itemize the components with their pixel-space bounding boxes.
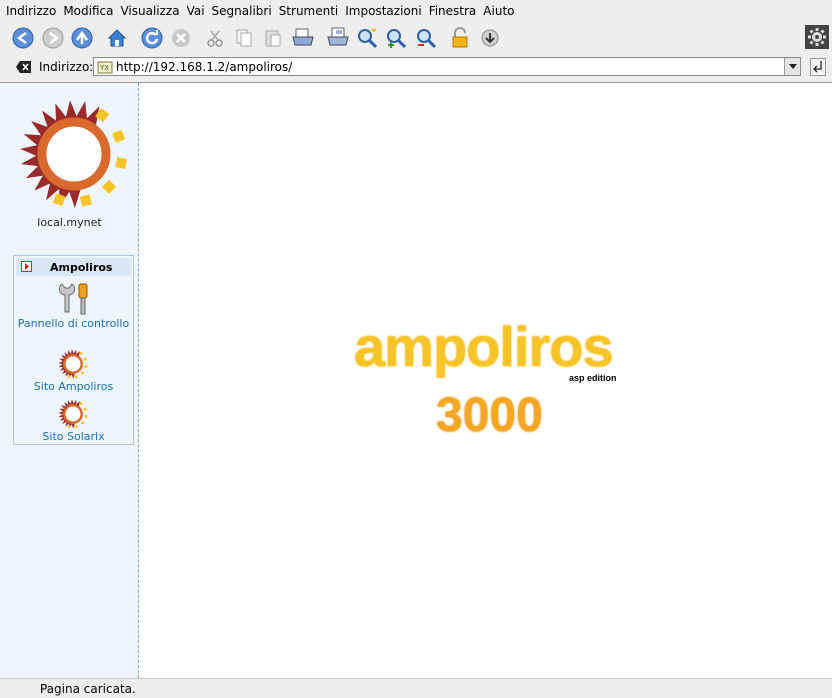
link-pannello-di-controllo[interactable]: Pannello di controllo: [14, 317, 133, 331]
site-favicon-icon: YX: [97, 59, 113, 78]
url-text: http://192.168.1.2/ampoliros/: [116, 60, 293, 74]
panel-header: Ampoliros: [16, 258, 131, 276]
copy-icon[interactable]: [231, 25, 257, 51]
up-icon[interactable]: [69, 25, 95, 51]
find-icon[interactable]: [354, 25, 380, 51]
menu-modifica[interactable]: Modifica: [60, 0, 117, 22]
go-arrow-icon: [813, 61, 822, 73]
ampoliros-wordmark: ampoliros: [354, 315, 614, 378]
collapse-arrow-icon[interactable]: [21, 261, 32, 272]
paste-icon[interactable]: [260, 25, 286, 51]
clear-location-icon[interactable]: [16, 60, 32, 74]
solarix-site-icon[interactable]: [58, 399, 88, 429]
menu-vai[interactable]: Vai: [184, 0, 209, 22]
ampoliros-site-icon[interactable]: [58, 349, 88, 379]
print-icon[interactable]: [290, 25, 316, 51]
toolbar: [0, 22, 832, 54]
panel-title: Ampoliros: [50, 261, 113, 274]
url-dropdown-icon[interactable]: [784, 58, 800, 75]
print-frame-icon[interactable]: [325, 25, 351, 51]
gear-icon[interactable]: [805, 25, 829, 49]
host-logo: [19, 99, 129, 209]
svg-text:YX: YX: [99, 64, 109, 72]
home-icon[interactable]: [104, 25, 130, 51]
forward-icon[interactable]: [40, 25, 66, 51]
menu-visualizza[interactable]: Visualizza: [117, 0, 183, 22]
menu-aiuto[interactable]: Aiuto: [480, 0, 518, 22]
version-number: 3000: [436, 389, 543, 442]
host-name: local.mynet: [37, 216, 102, 229]
status-text: Pagina caricata.: [40, 682, 136, 696]
address-label: Indirizzo:: [39, 60, 94, 74]
menu-finestra[interactable]: Finestra: [426, 0, 481, 22]
zoom-in-icon[interactable]: [383, 25, 409, 51]
address-bar: Indirizzo: YX http://192.168.1.2/ampolir…: [0, 54, 832, 81]
menu-strumenti[interactable]: Strumenti: [276, 0, 343, 22]
reload-icon[interactable]: [139, 25, 165, 51]
asp-edition-label: asp edition: [569, 373, 617, 383]
download-icon[interactable]: [477, 25, 503, 51]
sidebar: local.mynet Ampoliros Pannello di contro…: [0, 83, 139, 678]
url-input[interactable]: YX http://192.168.1.2/ampoliros/: [93, 57, 801, 76]
lock-icon[interactable]: [447, 25, 473, 51]
cut-icon[interactable]: [202, 25, 228, 51]
stop-icon[interactable]: [168, 25, 194, 51]
ampoliros-panel: Ampoliros Pannello di controllo Sito Amp…: [13, 255, 134, 445]
menu-impostazioni[interactable]: Impostazioni: [342, 0, 425, 22]
sun-logo-icon: [20, 100, 127, 208]
back-icon[interactable]: [10, 25, 36, 51]
link-sito-ampoliros[interactable]: Sito Ampoliros: [14, 380, 133, 394]
link-sito-solarix[interactable]: Sito Solarix: [14, 430, 133, 444]
menu-bar: Indirizzo Modifica Visualizza Vai Segnal…: [0, 0, 832, 22]
page-content: local.mynet Ampoliros Pannello di contro…: [0, 82, 832, 678]
go-button[interactable]: [810, 58, 826, 76]
menu-indirizzo[interactable]: Indirizzo: [0, 0, 60, 22]
status-bar: Pagina caricata.: [0, 678, 832, 698]
zoom-out-icon[interactable]: [413, 25, 439, 51]
tools-icon[interactable]: [56, 282, 92, 316]
menu-segnalibri[interactable]: Segnalibri: [209, 0, 276, 22]
